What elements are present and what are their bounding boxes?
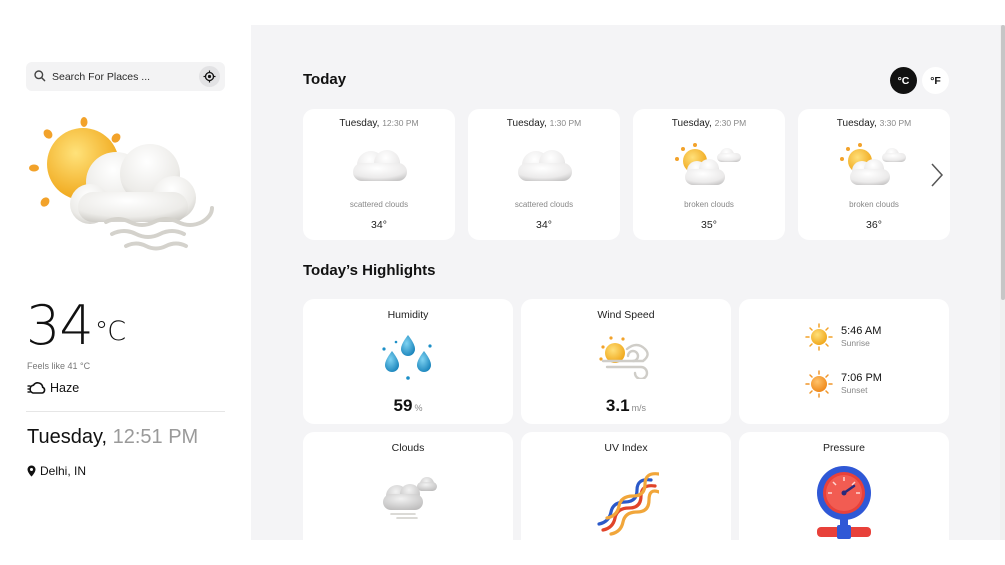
humidity-card: Humidity 59% <box>303 299 513 424</box>
humidity-label: Humidity <box>387 309 429 321</box>
hourly-temp: 36° <box>866 219 882 231</box>
hourly-description: broken clouds <box>849 200 899 209</box>
hourly-temp: 34° <box>536 219 552 231</box>
uv-index-card: UV Index <box>521 432 731 540</box>
hourly-temp: 34° <box>371 219 387 231</box>
sunset-icon <box>805 370 833 398</box>
highlights-heading: Today’s Highlights <box>303 262 436 279</box>
current-temperature: 34°C <box>26 294 126 357</box>
wind-unit: m/s <box>631 403 647 413</box>
uv-index-label: UV Index <box>604 442 648 454</box>
hourly-hour: 12:30 PM <box>382 118 419 128</box>
clouds-label: Clouds <box>391 442 425 454</box>
pressure-label: Pressure <box>822 442 865 454</box>
pressure-card: Pressure <box>739 432 949 540</box>
hourly-time: Tuesday, 2:30 PM <box>633 118 785 129</box>
sun-times-card: 5:46 AM Sunrise 7:06 PM Sunset <box>739 299 949 424</box>
chevron-right-icon[interactable] <box>930 162 944 188</box>
celsius-toggle[interactable]: °C <box>890 67 917 94</box>
divider <box>26 411 225 412</box>
wind-speed-value: 3.1 m/s <box>521 396 731 416</box>
sidebar: 34°C Feels like 41 °C Haze Tuesday, 12:5… <box>0 0 251 540</box>
sun-wind-icon <box>599 336 649 379</box>
hourly-description: scattered clouds <box>349 200 409 209</box>
scattered-clouds-icon <box>353 150 407 181</box>
humidity-value: 59% <box>303 396 513 416</box>
hourly-day: Tuesday, <box>836 118 877 129</box>
hourly-day: Tuesday, <box>339 118 380 129</box>
temperature-unit: °C <box>94 316 126 347</box>
feels-like: Feels like 41 °C <box>27 361 91 371</box>
haze-icon <box>27 381 46 394</box>
broken-clouds-icon <box>840 143 906 185</box>
sunset-time: 7:06 PM <box>841 372 882 384</box>
current-day: Tuesday, <box>27 426 108 448</box>
hourly-hour: 2:30 PM <box>714 118 747 128</box>
hourly-hour: 1:30 PM <box>549 118 582 128</box>
hourly-time: Tuesday, 12:30 PM <box>303 118 455 129</box>
fahrenheit-toggle[interactable]: °F <box>922 67 949 94</box>
hourly-hour: 3:30 PM <box>879 118 912 128</box>
location-label: Delhi, IN <box>40 464 87 478</box>
hourly-description: scattered clouds <box>514 200 574 209</box>
condition-label: Haze <box>50 381 80 395</box>
location-pin-icon <box>27 465 36 477</box>
scattered-clouds-icon <box>518 150 572 181</box>
wind-speed-label: Wind Speed <box>597 309 655 321</box>
humidity-unit: % <box>414 403 423 413</box>
hourly-card[interactable]: Tuesday, 3:30 PM broken clouds 36° <box>798 109 950 240</box>
hourly-description: broken clouds <box>684 200 734 209</box>
sunset-row: 7:06 PM Sunset <box>805 370 882 398</box>
main-panel: Today °C °F Tuesday, 12:30 PM scattered … <box>251 25 1000 540</box>
search-input[interactable] <box>52 62 192 91</box>
sunrise-row: 5:46 AM Sunrise <box>805 323 881 351</box>
hourly-card[interactable]: Tuesday, 12:30 PM scattered clouds 34° <box>303 109 455 240</box>
wind-number: 3.1 <box>605 396 630 415</box>
scrollbar-thumb[interactable] <box>1001 25 1005 300</box>
crosshair-icon <box>203 70 216 83</box>
sun-cloud-wind-icon <box>29 117 214 251</box>
temperature-value: 34 <box>26 294 94 357</box>
wind-speed-card: Wind Speed 3.1 m/s <box>521 299 731 424</box>
hourly-time: Tuesday, 3:30 PM <box>798 118 950 129</box>
sunrise-icon <box>805 323 833 351</box>
hourly-temp: 35° <box>701 219 717 231</box>
weather-app: 34°C Feels like 41 °C Haze Tuesday, 12:5… <box>0 0 1005 565</box>
search-icon <box>34 70 46 82</box>
today-heading: Today <box>303 71 347 88</box>
location: Delhi, IN <box>27 464 86 478</box>
current-datetime: Tuesday, 12:51 PM <box>27 426 198 449</box>
water-drops-icon <box>382 335 432 380</box>
clouds-icon <box>383 477 437 519</box>
weather-condition: Haze <box>27 381 79 395</box>
sunset-label: Sunset <box>841 385 868 395</box>
hourly-time: Tuesday, 1:30 PM <box>468 118 620 129</box>
pressure-gauge-icon <box>817 466 871 539</box>
sunset-text: 7:06 PM Sunset <box>841 372 882 396</box>
current-location-button[interactable] <box>199 66 220 87</box>
sunrise-label: Sunrise <box>841 338 870 348</box>
broken-clouds-icon <box>675 143 741 185</box>
sunrise-time: 5:46 AM <box>841 325 882 337</box>
humidity-number: 59 <box>393 396 413 415</box>
uv-rays-icon <box>597 472 659 536</box>
hourly-card[interactable]: Tuesday, 2:30 PM broken clouds 35° <box>633 109 785 240</box>
current-time: 12:51 PM <box>112 426 199 448</box>
sunrise-text: 5:46 AM Sunrise <box>841 325 881 349</box>
hourly-day: Tuesday, <box>506 118 547 129</box>
hourly-day: Tuesday, <box>671 118 712 129</box>
clouds-card: Clouds <box>303 432 513 540</box>
search-bar[interactable] <box>26 62 225 91</box>
hourly-card[interactable]: Tuesday, 1:30 PM scattered clouds 34° <box>468 109 620 240</box>
